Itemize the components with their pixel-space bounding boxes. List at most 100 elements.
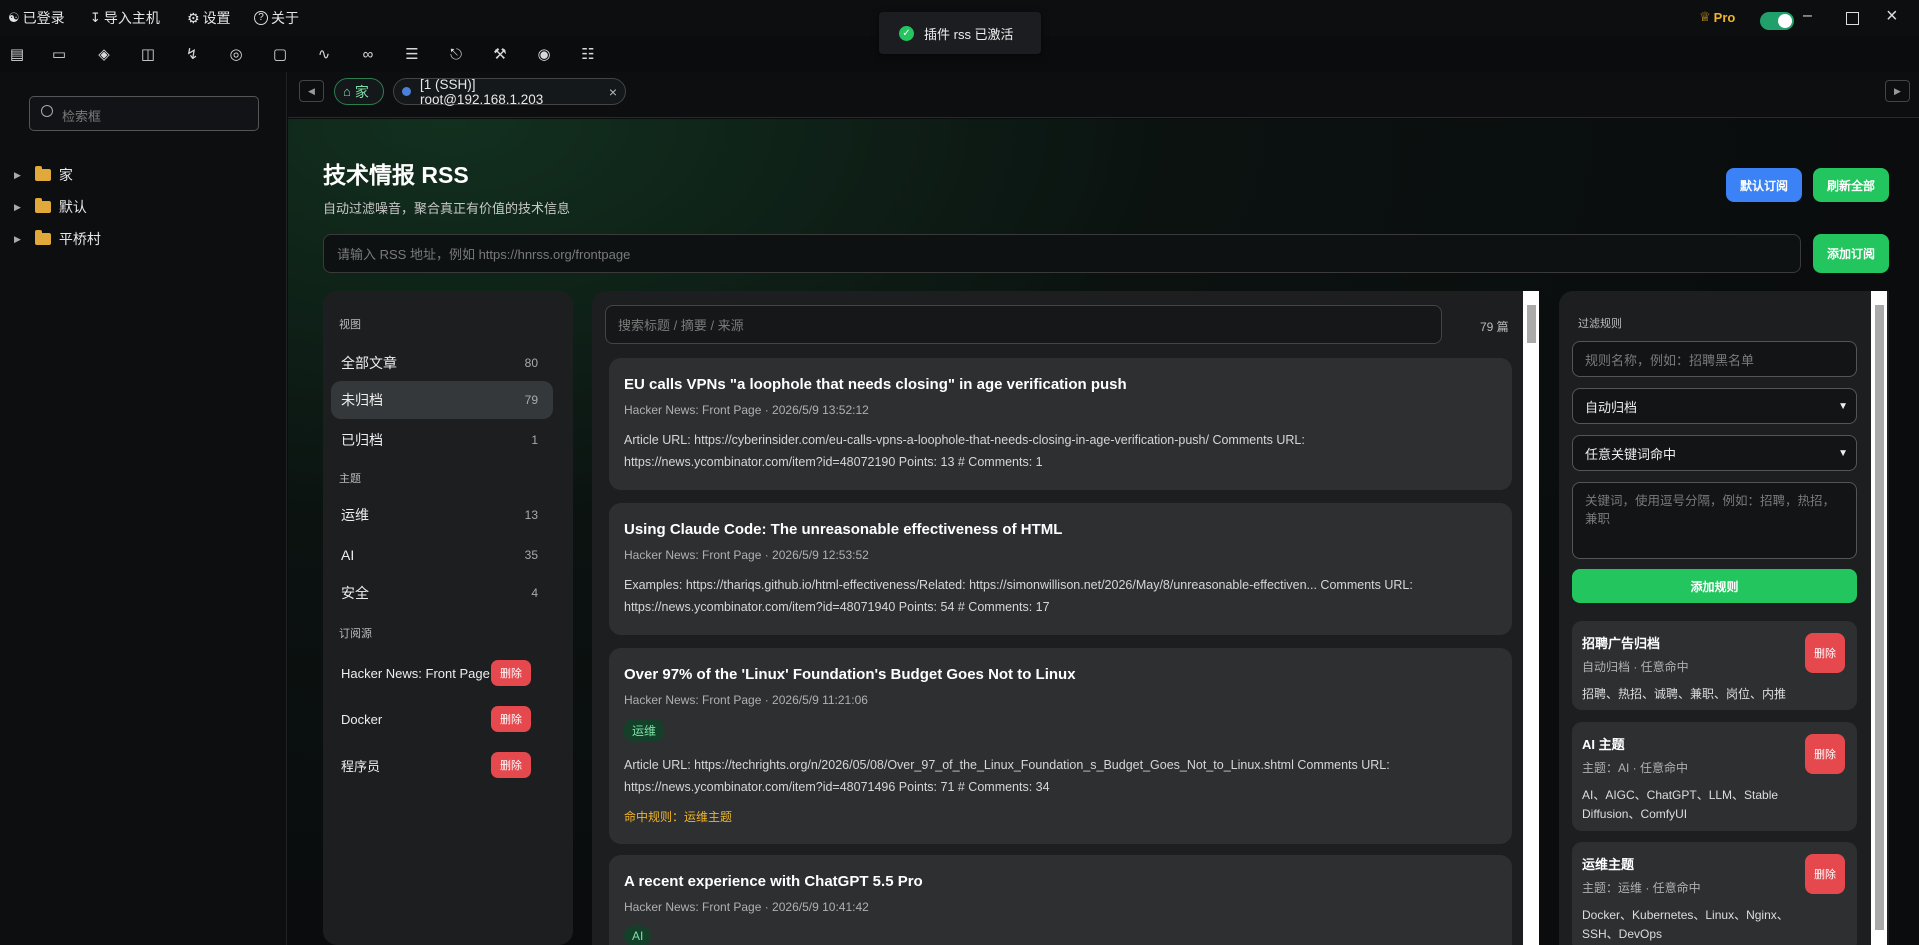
add-subscription-button[interactable]: 添加订阅 <box>1813 234 1889 273</box>
article-scrollbar[interactable] <box>1523 291 1539 945</box>
tree-item-pingqiaocun[interactable]: ▶ 平桥村 <box>14 229 101 249</box>
article-card[interactable]: Using Claude Code: The unreasonable effe… <box>609 503 1512 635</box>
sidebar-search-input[interactable]: 检索框 <box>29 96 259 131</box>
source-hacker-news[interactable]: Hacker News: Front Page 删除 <box>331 654 553 692</box>
delete-source-button[interactable]: 删除 <box>491 706 531 732</box>
palette-icon[interactable]: ◉ <box>535 46 553 64</box>
topic-ai[interactable]: AI 35 <box>331 536 553 574</box>
article-title[interactable]: EU calls VPNs "a loophole that needs clo… <box>624 376 1497 393</box>
activity-icon[interactable]: ∿ <box>315 46 333 64</box>
rule-card: 招聘广告归档 自动归档 · 任意命中 招聘、热招、诚聘、兼职、岗位、内推 删除 <box>1572 621 1857 710</box>
rule-keywords: Docker、Kubernetes、Linux、Nginx、SSH、DevOps <box>1582 908 1789 941</box>
home-icon: ⌂ <box>343 84 351 99</box>
folder-open-icon[interactable]: ▢ <box>271 46 289 64</box>
rule-keywords: 招聘、热招、诚聘、兼职、岗位、内推 <box>1582 687 1787 701</box>
user-icon: ☯ <box>8 10 20 25</box>
view-all-articles[interactable]: 全部文章 80 <box>331 344 553 382</box>
tab-scroll-left-button[interactable]: ◀ <box>299 80 324 102</box>
rule-keywords-textarea[interactable]: 关键词，使用逗号分隔，例如：招聘，热招，兼职 <box>1572 482 1857 559</box>
delete-rule-button[interactable]: 删除 <box>1805 633 1845 673</box>
folder-icon <box>34 230 51 245</box>
wrench-icon[interactable]: ⚒ <box>491 46 509 64</box>
view-section-title: 视图 <box>339 319 361 331</box>
tool-icon-bar: ▤ ▭ ◈ ◫ ↯ ◎ ▢ ∿ ∞ ☰ ⎋ ⚒ ◉ ☷ <box>0 38 600 72</box>
caret-right-icon: ▶ <box>14 169 21 180</box>
article-meta: Hacker News: Front Page · 2026/5/9 12:53… <box>624 548 869 562</box>
globe-icon[interactable]: ◎ <box>227 46 245 64</box>
monitor-icon[interactable]: ▭ <box>50 46 68 64</box>
article-meta: Hacker News: Front Page · 2026/5/9 11:21… <box>624 693 868 707</box>
rss-url-input[interactable]: 请输入 RSS 地址，例如 https://hnrss.org/frontpag… <box>323 234 1801 273</box>
maximize-button[interactable] <box>1846 12 1859 25</box>
view-unarchived[interactable]: 未归档 79 <box>331 381 553 419</box>
article-title[interactable]: A recent experience with ChatGPT 5.5 Pro <box>624 873 1497 890</box>
rule-match-select[interactable]: 任意关键词命中 ▼ <box>1572 435 1857 471</box>
scrollbar-thumb[interactable] <box>1527 305 1536 343</box>
source-docker[interactable]: Docker 删除 <box>331 700 553 738</box>
tab-home[interactable]: ⌂ 家 <box>334 78 384 105</box>
close-window-button[interactable]: × <box>1886 5 1898 28</box>
caret-right-icon: ▶ <box>14 201 21 212</box>
delete-source-button[interactable]: 删除 <box>491 752 531 778</box>
article-meta: Hacker News: Front Page · 2026/5/9 10:41… <box>624 900 869 914</box>
article-summary: Article URL: https://techrights.org/n/20… <box>624 758 1390 794</box>
default-subscription-button[interactable]: 默认订阅 <box>1726 168 1802 202</box>
help-icon: ? <box>254 11 268 25</box>
import-icon: ↧ <box>90 10 101 25</box>
article-summary: Examples: https://thariqs.github.io/html… <box>624 578 1413 614</box>
login-button[interactable]: ☯ 已登录 <box>8 8 65 28</box>
import-host-button[interactable]: ↧ 导入主机 <box>90 8 160 28</box>
article-card[interactable]: EU calls VPNs "a loophole that needs clo… <box>609 358 1512 490</box>
rule-action-select[interactable]: 自动归档 ▼ <box>1572 388 1857 424</box>
article-title[interactable]: Over 97% of the 'Linux' Foundation's Bud… <box>624 666 1497 683</box>
list-icon[interactable]: ☰ <box>403 46 421 64</box>
tab-scroll-right-button[interactable]: ▶ <box>1885 80 1910 102</box>
document-icon[interactable]: ☷ <box>579 46 597 64</box>
pro-badge[interactable]: ♕ Pro <box>1699 9 1735 25</box>
article-list-panel: 搜索标题 / 摘要 / 来源 79 篇 EU calls VPNs "a loo… <box>592 291 1529 945</box>
source-section-title: 订阅源 <box>339 628 372 640</box>
rules-scrollbar[interactable] <box>1871 291 1887 945</box>
minimize-button[interactable]: – <box>1803 7 1812 25</box>
microphone-icon[interactable]: ⎋ <box>447 46 465 64</box>
tab-ssh-session[interactable]: [1 (SSH)] root@192.168.1.203 × <box>393 77 626 107</box>
source-programmer[interactable]: 程序员 删除 <box>331 746 553 784</box>
tree-item-default[interactable]: ▶ 默认 <box>14 197 87 217</box>
database-icon[interactable]: ◫ <box>139 46 157 64</box>
topic-tag: AI <box>624 926 652 945</box>
rule-name-input[interactable]: 规则名称，例如：招聘黑名单 <box>1572 341 1857 377</box>
rule-card: 运维主题 主题：运维 · 任意命中 Docker、Kubernetes、Linu… <box>1572 842 1857 945</box>
settings-button[interactable]: ⚙ 设置 <box>187 8 231 28</box>
article-meta: Hacker News: Front Page · 2026/5/9 13:52… <box>624 403 869 417</box>
caret-right-icon: ▶ <box>14 233 21 244</box>
topic-section-title: 主题 <box>339 473 361 485</box>
server-icon[interactable]: ▤ <box>8 46 26 64</box>
layers-icon[interactable]: ◈ <box>95 46 113 64</box>
about-button[interactable]: ? 关于 <box>254 8 299 28</box>
article-card[interactable]: A recent experience with ChatGPT 5.5 Pro… <box>609 855 1512 945</box>
check-circle-icon: ✓ <box>899 25 914 41</box>
close-tab-icon[interactable]: × <box>609 84 617 100</box>
add-rule-button[interactable]: 添加规则 <box>1572 569 1857 603</box>
connection-status-dot <box>402 87 411 96</box>
scrollbar-thumb[interactable] <box>1875 305 1884 930</box>
delete-rule-button[interactable]: 删除 <box>1805 854 1845 894</box>
tree-item-home[interactable]: ▶ 家 <box>14 165 73 185</box>
topic-ops[interactable]: 运维 13 <box>331 496 553 534</box>
article-card[interactable]: Over 97% of the 'Linux' Foundation's Bud… <box>609 648 1512 844</box>
plug-icon[interactable]: ↯ <box>183 46 201 64</box>
chevron-down-icon: ▼ <box>1838 400 1848 412</box>
article-search-input[interactable]: 搜索标题 / 摘要 / 来源 <box>605 305 1442 344</box>
matched-rule-label: 命中规则：运维主题 <box>624 810 733 824</box>
theme-toggle[interactable] <box>1760 12 1794 30</box>
article-title[interactable]: Using Claude Code: The unreasonable effe… <box>624 521 1497 538</box>
topic-security[interactable]: 安全 4 <box>331 574 553 612</box>
refresh-all-button[interactable]: 刷新全部 <box>1813 168 1889 202</box>
view-panel: 视图 全部文章 80 未归档 79 已归档 1 主题 运维 13 AI 35 安… <box>323 291 573 945</box>
delete-source-button[interactable]: 删除 <box>491 660 531 686</box>
view-archived[interactable]: 已归档 1 <box>331 421 553 459</box>
article-count: 79 篇 <box>1480 320 1509 334</box>
delete-rule-button[interactable]: 删除 <box>1805 734 1845 774</box>
rules-section-title: 过滤规则 <box>1578 318 1622 330</box>
link-icon[interactable]: ∞ <box>359 46 377 64</box>
